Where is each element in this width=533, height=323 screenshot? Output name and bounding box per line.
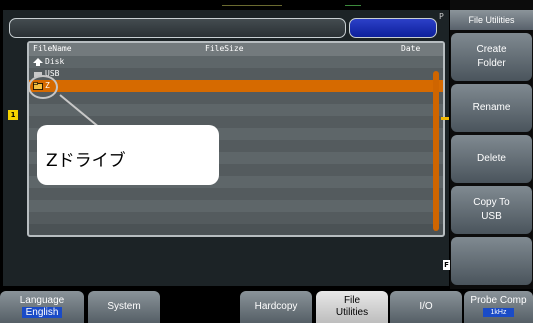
side-empty-button[interactable]: [451, 237, 532, 285]
system-label: System: [107, 301, 141, 312]
filename-column-header: FileName: [33, 44, 72, 53]
up-arrow-icon: [33, 58, 43, 66]
copy-to-usb-button[interactable]: Copy To USB: [451, 186, 532, 234]
probe-comp-label: Probe Comp: [470, 295, 527, 306]
trigger-position-marker: [345, 0, 361, 6]
create-folder-label: Create Folder: [476, 44, 507, 69]
file-list-item[interactable]: [29, 104, 443, 116]
file-list-header: FileName FileSize Date: [29, 43, 443, 56]
create-folder-button[interactable]: Create Folder: [451, 33, 532, 81]
date-column-header: Date: [401, 44, 421, 53]
rename-label: Rename: [472, 102, 511, 113]
file-utilities-label: File Utilities: [335, 295, 369, 318]
path-selector-button[interactable]: [349, 18, 437, 38]
file-name: Disk: [45, 57, 65, 66]
hardcopy-label: Hardcopy: [254, 301, 298, 312]
io-label: I/O: [419, 301, 433, 312]
callout-label: Zドライブ: [46, 151, 126, 171]
trigger-level-marker: [441, 117, 449, 120]
file-list-item[interactable]: USB: [29, 68, 443, 80]
trigger-status-label: P: [439, 12, 444, 21]
language-value: English: [21, 307, 63, 318]
probe-comp-value: 1kHz: [482, 308, 515, 317]
horizontal-position-marker: [222, 0, 282, 6]
copy-to-usb-label: Copy To USB: [473, 197, 510, 222]
file-list-scrollbar[interactable]: [433, 71, 439, 231]
hardcopy-button[interactable]: Hardcopy: [240, 291, 312, 323]
callout-highlight-circle: [28, 75, 58, 99]
file-list-item[interactable]: [29, 188, 443, 200]
side-menu-title: File Utilities: [450, 10, 533, 30]
io-button[interactable]: I/O: [390, 291, 462, 323]
language-label: Language: [19, 295, 65, 306]
path-field: [9, 18, 346, 38]
channel-1-marker: 1: [8, 110, 18, 120]
file-list-item[interactable]: Disk: [29, 56, 443, 68]
probe-comp-button[interactable]: Probe Comp 1kHz: [464, 291, 533, 323]
system-button[interactable]: System: [88, 291, 160, 323]
rename-button[interactable]: Rename: [451, 84, 532, 132]
file-list-item[interactable]: Z: [29, 80, 443, 92]
delete-label: Delete: [477, 153, 506, 164]
file-list-item[interactable]: [29, 92, 443, 104]
filesize-column-header: FileSize: [205, 44, 244, 53]
delete-button[interactable]: Delete: [451, 135, 532, 183]
file-list-item[interactable]: [29, 212, 443, 224]
f-indicator: F: [443, 260, 450, 270]
file-list-item[interactable]: [29, 200, 443, 212]
file-utilities-button[interactable]: File Utilities: [316, 291, 388, 323]
language-button[interactable]: Language English: [0, 291, 84, 323]
